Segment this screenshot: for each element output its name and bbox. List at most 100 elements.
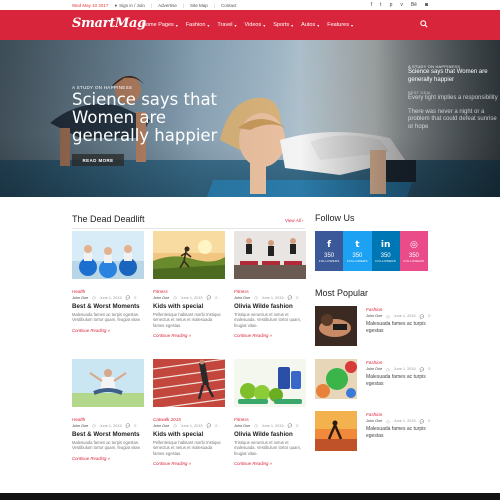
comment-count[interactable]: 0: [296, 296, 298, 300]
post-title[interactable]: Best & Worst Moments: [72, 431, 144, 438]
popular-author[interactable]: John Doe: [366, 419, 382, 424]
nav-features[interactable]: Features ▾: [327, 22, 353, 28]
post-category[interactable]: Fitness: [234, 289, 306, 294]
post-card[interactable]: Fitness John Doe ◷ June 1, 2015 💬 0 Oliv…: [234, 231, 306, 338]
continue-reading-link[interactable]: Continue Reading »: [234, 333, 306, 338]
popular-title[interactable]: Malesuada fames ac turpis egestas: [366, 374, 436, 387]
nav-autos[interactable]: Autos ▾: [301, 22, 319, 28]
chevron-down-icon: ▾: [317, 22, 320, 28]
vimeo-icon[interactable]: v: [400, 2, 403, 8]
nav-travel[interactable]: Travel ▾: [217, 22, 236, 28]
nav-sports[interactable]: Sports ▾: [273, 22, 293, 28]
site-logo[interactable]: SmartMag: [72, 16, 146, 31]
post-category[interactable]: Fitness: [153, 289, 225, 294]
post-title[interactable]: Olivia Wilde fashion: [234, 431, 306, 438]
comment-count[interactable]: 0: [428, 314, 430, 319]
comment-count[interactable]: 0: [215, 424, 217, 428]
hero-title[interactable]: Science says that Women are generally ha…: [72, 91, 237, 145]
dribbble-follow-box[interactable]: ◎ 350 FOLLOWERS: [399, 231, 428, 271]
comment-count[interactable]: 0: [296, 424, 298, 428]
post-author[interactable]: John Doe: [153, 424, 169, 428]
advertise-link[interactable]: Advertise: [158, 3, 177, 8]
popular-category[interactable]: Fashion: [366, 307, 382, 312]
popular-post[interactable]: Fashion John Doe ◷ June 1, 2015 💬 0 Male…: [315, 306, 490, 346]
post-card[interactable]: Health John Doe ◷ June 1, 2015 💬 0 Best …: [72, 359, 144, 461]
nav-fashion[interactable]: Fashion ▾: [186, 22, 210, 28]
nav-home-pages[interactable]: Home Pages ▾: [142, 22, 178, 28]
popular-author[interactable]: John Doe: [366, 367, 382, 372]
post-meta: John Doe ◷ June 1, 2015 💬 0: [234, 295, 306, 301]
post-author[interactable]: John Doe: [72, 296, 88, 300]
site-map-link[interactable]: Site Map: [190, 3, 208, 8]
sign-in-link[interactable]: ● Sign in / Join: [114, 3, 144, 8]
post-excerpt: Malesuada fames ac turpis egestas. Vesti…: [72, 440, 142, 451]
post-author[interactable]: John Doe: [234, 424, 250, 428]
search-icon[interactable]: [420, 20, 428, 28]
continue-reading-link[interactable]: Continue Reading »: [72, 328, 144, 333]
side-story[interactable]: There was never a night or a problem tha…: [408, 109, 498, 132]
divider: |: [213, 2, 215, 8]
post-date: June 1, 2015: [99, 295, 122, 300]
continue-reading-link[interactable]: Continue Reading »: [72, 456, 144, 461]
post-title[interactable]: Kids with special: [153, 303, 225, 310]
post-author[interactable]: John Doe: [72, 424, 88, 428]
continue-reading-link[interactable]: Continue Reading »: [234, 461, 306, 466]
post-excerpt: Tristique senectus et netus et malesuada…: [234, 440, 302, 456]
popular-category[interactable]: Fashion: [366, 412, 382, 417]
behance-icon[interactable]: Bē: [411, 2, 417, 8]
section-divider: [72, 228, 305, 229]
comment-count[interactable]: 0: [428, 419, 430, 424]
popular-title[interactable]: Malesuada fames ac turpis egestas: [366, 426, 436, 439]
post-excerpt: Pellentesque habitant morbi tristique se…: [153, 440, 221, 456]
chevron-down-icon: ▾: [350, 22, 353, 28]
post-card[interactable]: Fitness John Doe ◷ June 1, 2015 💬 0 Kids…: [153, 231, 225, 338]
comment-count[interactable]: 0: [134, 424, 136, 428]
popular-post[interactable]: Fashion John Doe ◷ June 1, 2015 💬 0 Male…: [315, 411, 490, 451]
nav-label: Fashion: [185, 22, 206, 28]
twitter-icon[interactable]: t: [380, 2, 381, 8]
post-category[interactable]: Health: [72, 417, 144, 422]
post-title[interactable]: Best & Worst Moments: [72, 303, 144, 310]
facebook-icon[interactable]: f: [371, 2, 372, 8]
pinterest-icon[interactable]: p: [390, 2, 393, 8]
post-card[interactable]: Fitness John Doe ◷ June 1, 2015 💬 0 Oliv…: [234, 359, 306, 466]
post-meta: John Doe ◷ June 1, 2015 💬 0: [72, 295, 144, 301]
side-story[interactable]: BEST DEAL Every light implies a responsi…: [408, 90, 498, 103]
post-card[interactable]: Health John Doe ◷ June 1, 2015 💬 0 Best …: [72, 231, 144, 333]
post-image-apples-weights: [234, 359, 306, 407]
post-card[interactable]: Catwalk 2015 John Doe ◷ June 1, 2015 💬 0…: [152, 358, 226, 466]
post-author[interactable]: John Doe: [234, 296, 250, 300]
comment-count[interactable]: 0: [134, 296, 136, 300]
post-category[interactable]: Health: [72, 289, 144, 294]
post-author[interactable]: John Doe: [153, 296, 169, 300]
nav-videos[interactable]: Videos ▾: [245, 22, 266, 28]
popular-title[interactable]: Malesuada fames ac turpis egestas: [366, 321, 436, 334]
comment-icon: 💬: [206, 424, 212, 428]
divider: |: [150, 2, 153, 8]
side-story[interactable]: A STUDY ON HAPPINESS Science says that W…: [408, 64, 498, 84]
instagram-icon[interactable]: ◙: [425, 2, 428, 8]
post-title[interactable]: Kids with special: [153, 431, 225, 438]
continue-reading-link[interactable]: Continue Reading »: [153, 461, 225, 466]
comment-count[interactable]: 0: [215, 296, 217, 300]
view-all-link[interactable]: View All ›: [285, 218, 304, 223]
comment-icon: 💬: [206, 296, 212, 300]
twitter-follow-box[interactable]: t 350 FOLLOWERS: [343, 231, 372, 271]
facebook-follow-box[interactable]: f 350 FOLLOWERS: [315, 231, 344, 271]
divider: |: [182, 2, 185, 8]
comment-count[interactable]: 0: [428, 367, 430, 372]
follow-us-title: Follow Us: [315, 213, 355, 223]
post-date: June 1, 2015: [180, 423, 203, 428]
post-date: June 1, 2015: [261, 423, 284, 428]
nav-label: Home Pages: [142, 22, 174, 28]
contact-link[interactable]: Contact: [221, 3, 237, 8]
continue-reading-link[interactable]: Continue Reading »: [153, 333, 225, 338]
post-title[interactable]: Olivia Wilde fashion: [234, 303, 306, 310]
popular-post[interactable]: Fashion John Doe ◷ June 1, 2015 💬 0 Male…: [315, 359, 490, 399]
post-category[interactable]: Catwalk 2015: [153, 417, 225, 422]
popular-author[interactable]: John Doe: [366, 314, 382, 319]
read-more-button[interactable]: READ MORE: [72, 154, 124, 166]
post-category[interactable]: Fitness: [234, 417, 306, 422]
popular-category[interactable]: Fashion: [366, 360, 382, 365]
linkedin-follow-box[interactable]: in 350 FOLLOWERS: [371, 231, 400, 271]
